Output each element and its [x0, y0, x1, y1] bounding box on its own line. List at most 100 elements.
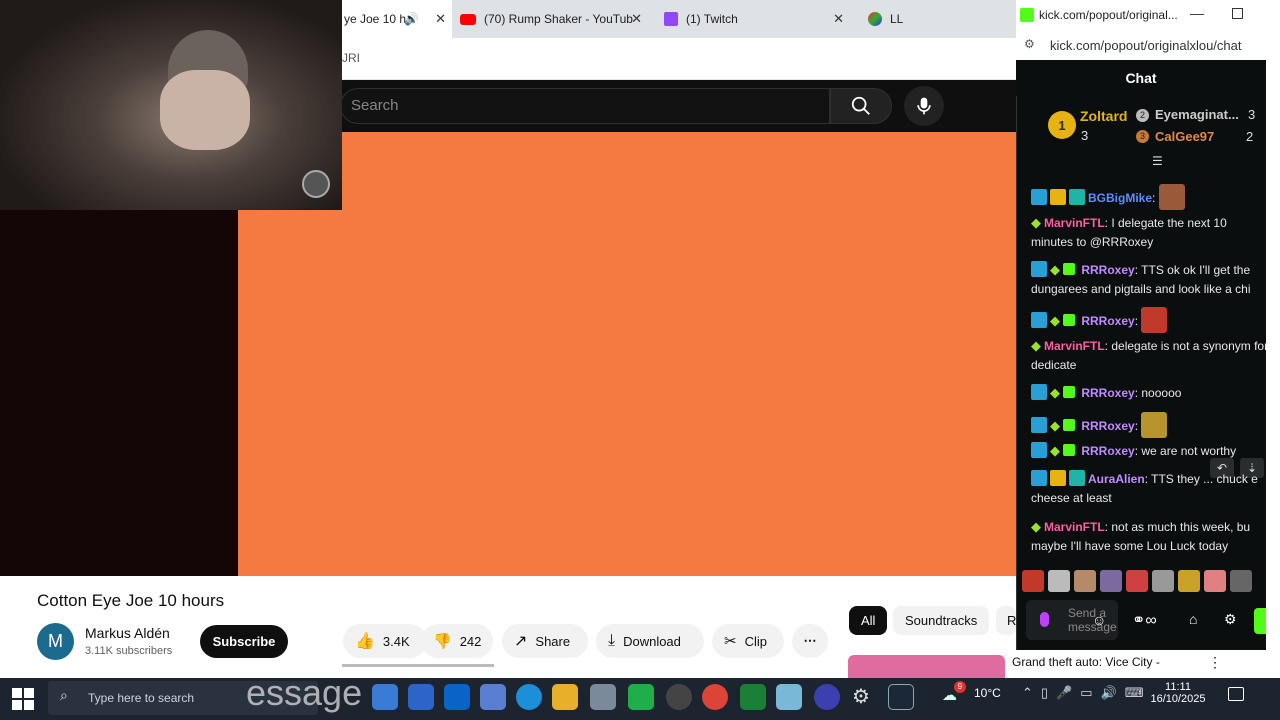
diamond-icon: ◆	[1031, 215, 1041, 230]
more-icon[interactable]: ⋮	[1208, 654, 1222, 671]
chat-username[interactable]: RRRoxey	[1081, 444, 1134, 458]
chat-username[interactable]: MarvinFTL	[1044, 216, 1105, 230]
gift-icon[interactable]: ⌂	[1189, 611, 1197, 627]
chat-message: ◆ RRRoxey: TTS ok ok I'll get the dungar…	[1031, 261, 1251, 296]
chat-filter-icon[interactable]: ☰	[1152, 154, 1163, 168]
steam-icon[interactable]	[888, 684, 914, 710]
rank-3-name[interactable]: CalGee97	[1155, 129, 1214, 144]
diamond-icon: ◆	[1050, 262, 1060, 277]
chat-message: BGBigMike:	[1031, 184, 1271, 210]
site-settings-icon[interactable]: ⚙	[1024, 37, 1035, 51]
chat-username[interactable]: RRRoxey	[1081, 419, 1134, 433]
tab-cotton-eye-joe[interactable]: ye Joe 10 h 🔊 ✕	[342, 0, 452, 38]
file-explorer-icon[interactable]	[552, 684, 578, 710]
minimize-icon[interactable]: —	[1190, 5, 1204, 21]
emote-icon[interactable]	[1126, 570, 1148, 592]
clock[interactable]: 11:11 16/10/2025	[1148, 679, 1208, 717]
thumbs-up-icon: 👍	[355, 633, 375, 650]
channel-avatar[interactable]: M	[37, 623, 74, 660]
emote-icon[interactable]	[1074, 570, 1096, 592]
chat-username[interactable]: RRRoxey	[1081, 386, 1134, 400]
chat-message: ◆ RRRoxey:	[1031, 307, 1271, 333]
clip-button[interactable]: ✂ Clip	[712, 624, 784, 658]
rank-1-count: 3	[1081, 128, 1089, 143]
xbox-icon[interactable]	[740, 684, 766, 710]
emote-icon[interactable]	[1152, 570, 1174, 592]
edge-icon[interactable]	[516, 684, 542, 710]
video-letterbox	[0, 208, 238, 576]
microphone-icon	[917, 97, 931, 115]
chip-partial[interactable]: R	[996, 606, 1016, 635]
emote-icon[interactable]	[1178, 570, 1200, 592]
kick-icon	[1020, 8, 1034, 22]
emote-icon[interactable]	[1230, 570, 1252, 592]
dislike-button[interactable]: 👎 242	[421, 624, 493, 658]
send-button[interactable]	[1254, 608, 1266, 634]
emote-icon[interactable]	[1048, 570, 1070, 592]
tab-twitch[interactable]: (1) Twitch ✕	[658, 0, 850, 38]
chat-username[interactable]: RRRoxey	[1081, 263, 1134, 277]
chat-message: ◆ RRRoxey:	[1031, 412, 1271, 438]
app-icon[interactable]	[590, 684, 616, 710]
emote-icon[interactable]	[1022, 570, 1044, 592]
search-button[interactable]	[830, 88, 892, 124]
kick-app-icon[interactable]	[628, 684, 654, 710]
chat-username[interactable]: AuraAlien	[1088, 472, 1145, 486]
rank-2-name[interactable]: Eyemaginat...	[1155, 107, 1239, 122]
crown-icon	[1050, 189, 1066, 205]
chip-all[interactable]: All	[849, 606, 888, 635]
chat-username[interactable]: BGBigMike	[1088, 191, 1152, 205]
share-button[interactable]: ↗ Share	[502, 624, 588, 658]
emote-icon	[1158, 184, 1185, 210]
badge-icon	[1069, 189, 1085, 205]
diamond-icon: ◆	[1031, 519, 1041, 534]
chat-username[interactable]: MarvinFTL	[1044, 339, 1105, 353]
more-actions-button[interactable]: ⋯	[792, 624, 828, 658]
speaker-icon[interactable]: 🔊	[404, 12, 419, 26]
tab-rump-shaker[interactable]: (70) Rump Shaker - YouTub ✕	[452, 0, 648, 38]
weather-temp[interactable]: 10°C	[974, 686, 1001, 700]
outlook-icon[interactable]	[444, 684, 470, 710]
weather-badge: 9	[954, 681, 966, 693]
chat-username[interactable]: MarvinFTL	[1044, 520, 1105, 534]
settings-icon[interactable]: ⚙	[1224, 611, 1237, 628]
store-icon[interactable]	[408, 684, 434, 710]
subscribe-button[interactable]: Subscribe	[200, 625, 288, 658]
tray-icons[interactable]: ⌃▯🎤▭🔊⌨	[1022, 685, 1151, 701]
next-video-row[interactable]: Grand theft auto: Vice City - ⋮	[1008, 650, 1280, 678]
address-bar[interactable]: JRI	[342, 38, 1016, 80]
start-button[interactable]	[12, 688, 34, 710]
close-tab-icon[interactable]: ✕	[435, 11, 446, 27]
popout-url-bar[interactable]: ⚙ kick.com/popout/originalxlou/chat	[1016, 30, 1266, 60]
tab-bar: ye Joe 10 h 🔊 ✕ (70) Rump Shaker - YouTu…	[342, 0, 1016, 38]
obs-icon[interactable]	[666, 684, 692, 710]
tab-ll[interactable]: LL	[862, 0, 942, 38]
video-player[interactable]	[238, 132, 1016, 576]
chrome-icon[interactable]	[702, 684, 728, 710]
channel-name[interactable]: Markus Aldén	[85, 625, 170, 641]
copilot-icon[interactable]	[372, 684, 398, 710]
chip-soundtracks[interactable]: Soundtracks	[893, 606, 990, 635]
close-tab-icon[interactable]: ✕	[833, 11, 844, 27]
search-input[interactable]: Search	[340, 88, 830, 124]
app-icon[interactable]	[814, 684, 840, 710]
close-tab-icon[interactable]: ✕	[631, 11, 642, 27]
chat-username[interactable]: RRRoxey	[1081, 314, 1134, 328]
download-button[interactable]: ⤓ Download	[596, 624, 704, 658]
emote-icon[interactable]	[1204, 570, 1226, 592]
teams-icon[interactable]	[480, 684, 506, 710]
voice-search-button[interactable]	[904, 86, 944, 126]
settings-icon[interactable]: ⚙	[852, 684, 870, 709]
next-video-thumbnail[interactable]	[848, 655, 1005, 678]
emote-icon[interactable]	[1100, 570, 1122, 592]
app-icon[interactable]	[776, 684, 802, 710]
rank-1-name[interactable]: Zoltard	[1080, 108, 1127, 124]
clock-date: 16/10/2025	[1150, 693, 1206, 705]
subscriber-icon	[1063, 444, 1075, 456]
maximize-icon[interactable]	[1232, 8, 1243, 19]
emoji-icon[interactable]: ☺	[1092, 612, 1106, 628]
infinity-icon[interactable]: ⚭∞	[1132, 610, 1157, 630]
notifications-icon[interactable]	[1228, 687, 1244, 701]
chat-message: ◆ MarvinFTL: I delegate the next 10 minut…	[1031, 215, 1227, 249]
like-button[interactable]: 👍 3.4K	[343, 624, 427, 658]
